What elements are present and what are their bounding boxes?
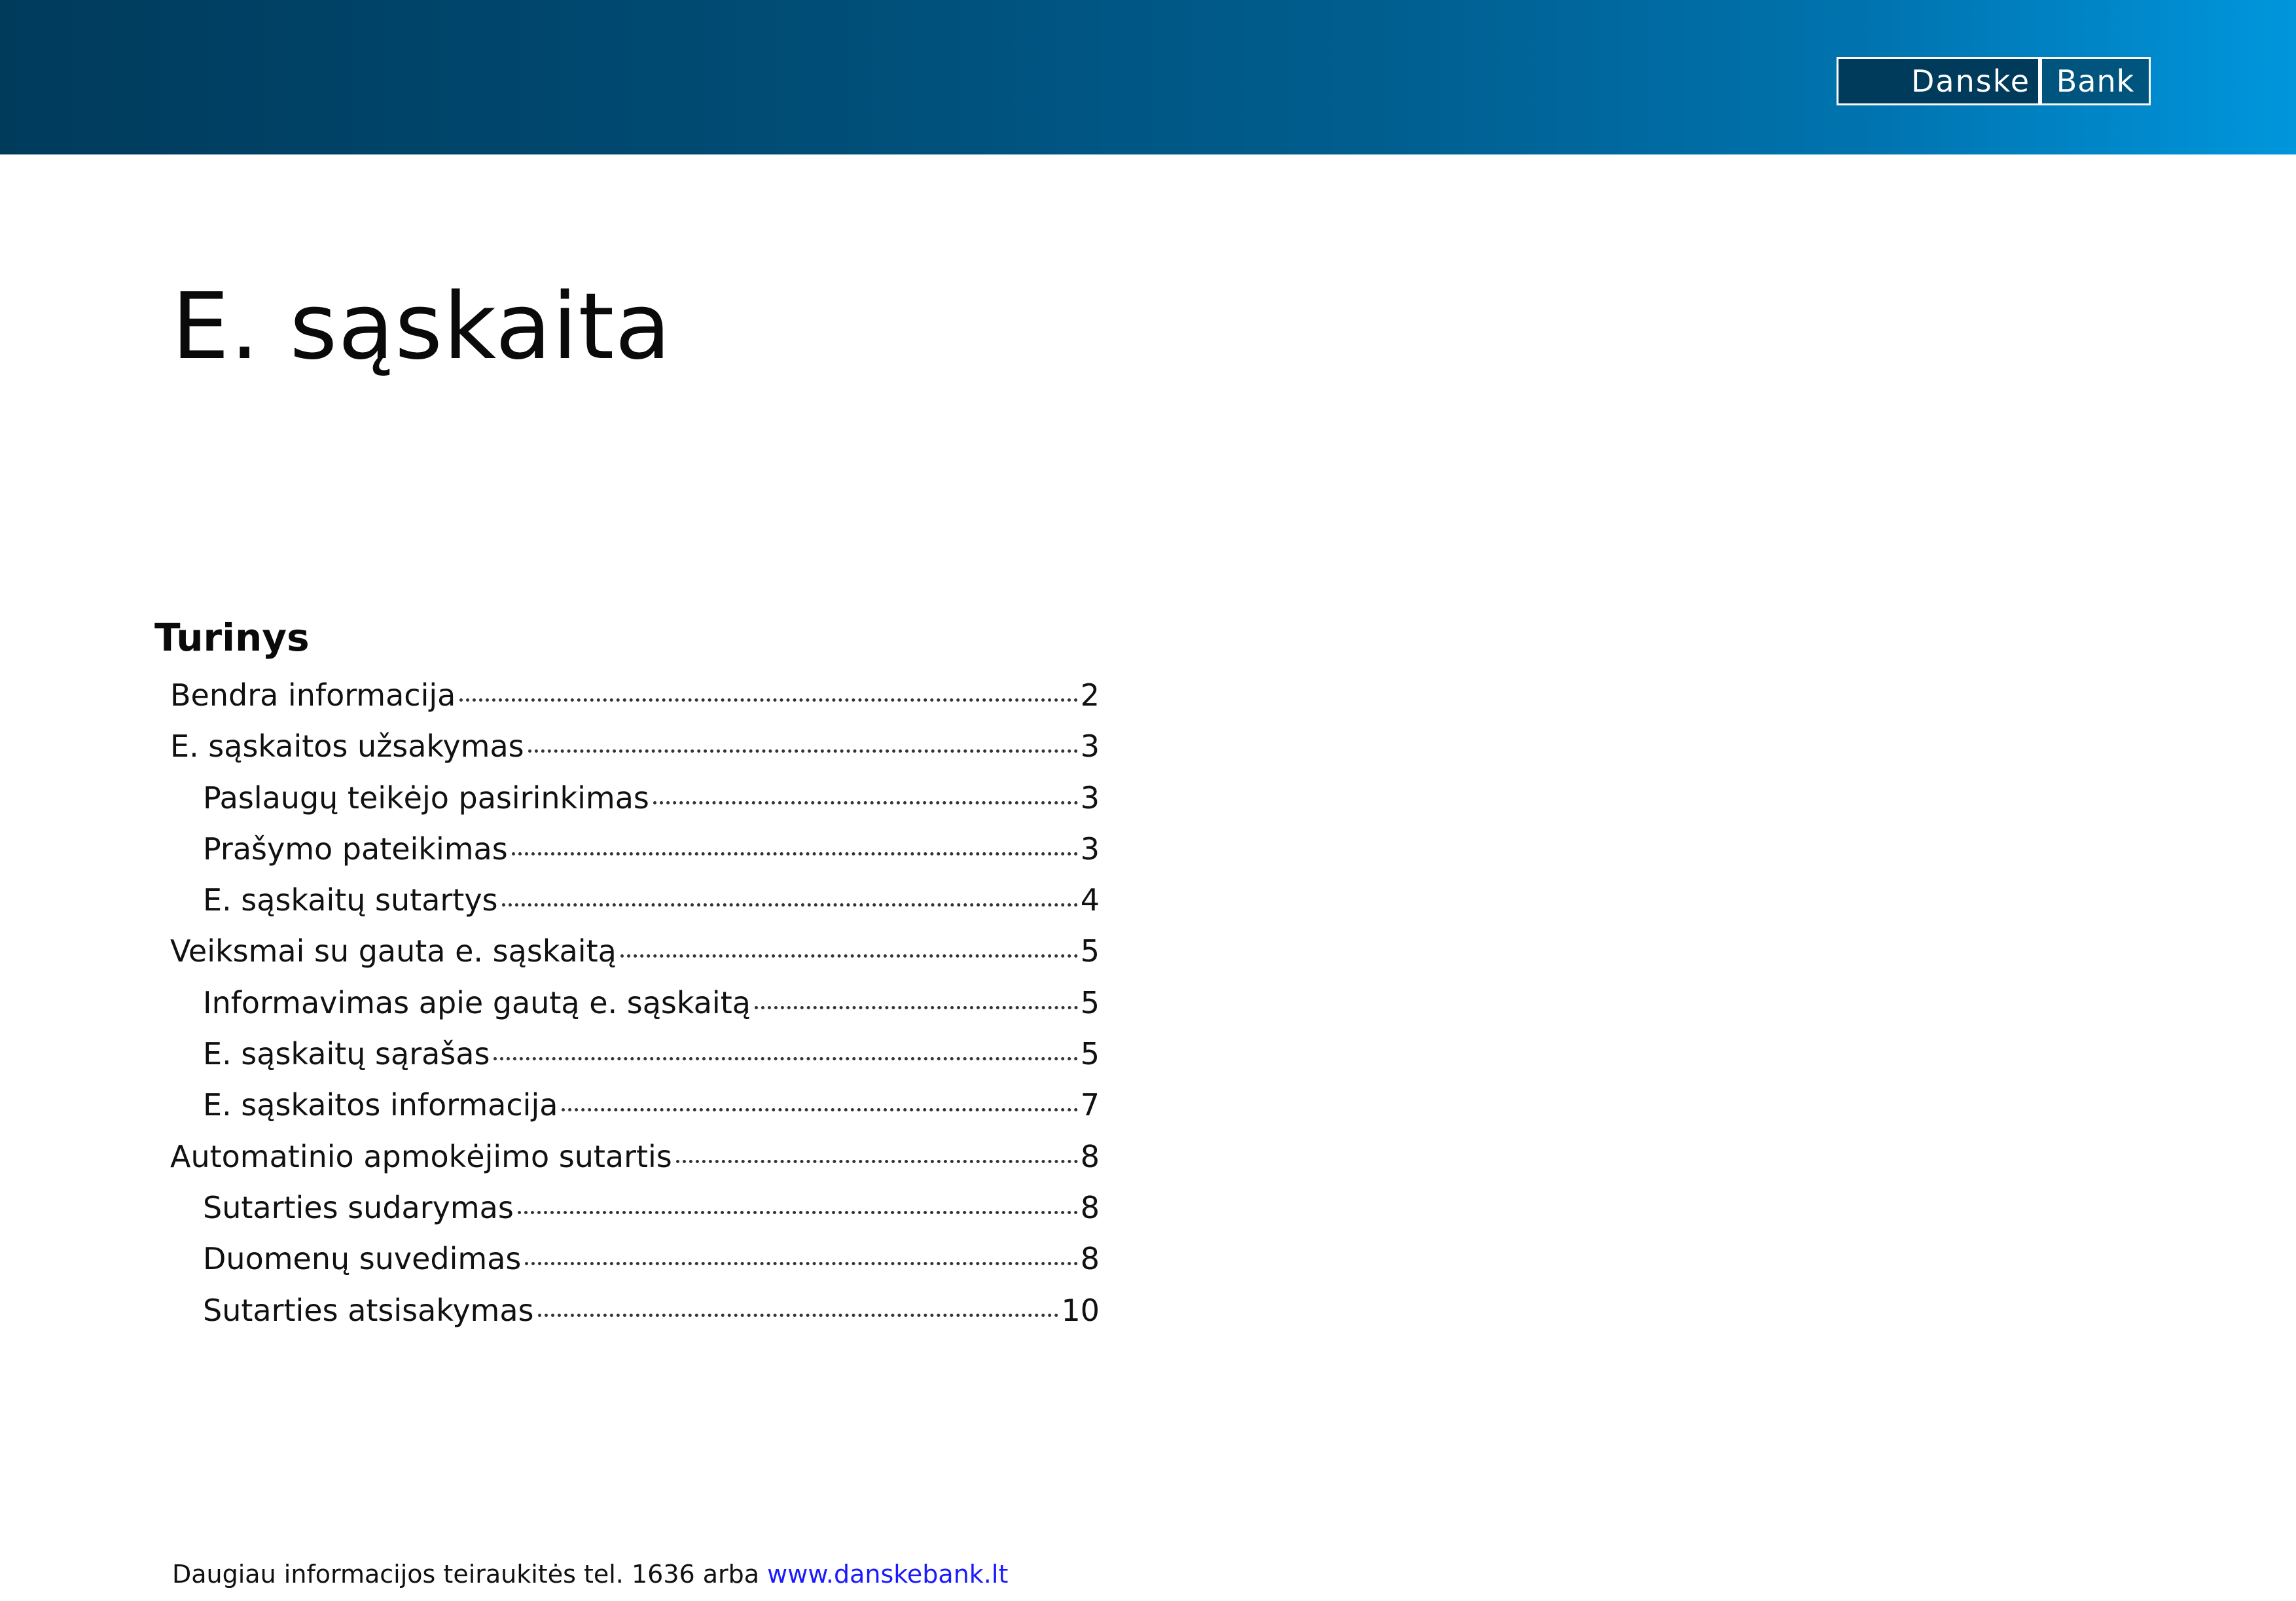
toc-leader-dots: [525, 1262, 1078, 1266]
toc-item-bendra-informacija[interactable]: Bendra informacija 2: [170, 677, 1100, 729]
toc-item-page: 8: [1080, 1138, 1100, 1174]
toc-item-page: 4: [1080, 882, 1100, 918]
toc-item-label: E. sąskaitos informacija: [203, 1087, 558, 1123]
toc-item-label: Duomenų suvedimas: [203, 1241, 522, 1277]
toc-item-e-saskaitu-sarasas[interactable]: E. sąskaitų sąrašas 5: [170, 1036, 1100, 1087]
toc-item-page: 3: [1080, 831, 1100, 867]
toc-leader-dots: [620, 954, 1078, 958]
header-band: Danske Bank: [0, 0, 2296, 154]
toc-item-prasymo-pateikimas[interactable]: Prašymo pateikimas 3: [170, 831, 1100, 882]
toc-item-label: E. sąskaitos užsakymas: [170, 729, 524, 765]
toc-item-page: 5: [1080, 1036, 1100, 1072]
logo-bank-text: Bank: [2042, 59, 2149, 103]
document-title: E. sąskaita: [171, 274, 672, 380]
toc-item-duomenu-suvedimas[interactable]: Duomenų suvedimas 8: [170, 1241, 1100, 1292]
toc-item-sutarties-sudarymas[interactable]: Sutarties sudarymas 8: [170, 1190, 1100, 1241]
toc-leader-dots: [501, 903, 1078, 907]
toc-leader-dots: [675, 1159, 1078, 1163]
toc-leader-dots: [459, 698, 1078, 702]
toc-leader-dots: [562, 1108, 1078, 1112]
toc-item-label: Sutarties sudarymas: [203, 1189, 514, 1225]
toc-item-label: Informavimas apie gautą e. sąskaitą: [203, 984, 751, 1020]
footer-contact: Daugiau informacijos teiraukitės tel. 16…: [172, 1560, 1008, 1589]
toc-item-sutarties-atsisakymas[interactable]: Sutarties atsisakymas 10: [170, 1293, 1100, 1344]
toc-item-page: 8: [1080, 1241, 1100, 1277]
toc-leader-dots: [517, 1210, 1078, 1214]
toc-item-page: 7: [1080, 1087, 1100, 1123]
toc-item-veiksmai-su-gauta[interactable]: Veiksmai su gauta e. sąskaitą 5: [170, 933, 1100, 984]
toc-item-label: Paslaugų teikėjo pasirinkimas: [203, 780, 649, 816]
toc-heading: Turinys: [154, 615, 310, 660]
toc-item-page: 5: [1080, 933, 1100, 969]
toc-item-e-saskaitos-uzsakymas[interactable]: E. sąskaitos užsakymas 3: [170, 729, 1100, 780]
toc-item-label: Prašymo pateikimas: [203, 831, 508, 867]
toc-item-label: E. sąskaitų sutartys: [203, 882, 498, 918]
logo-danske-text: Danske: [1839, 59, 2038, 103]
footer-text: Daugiau informacijos teiraukitės tel. 16…: [172, 1560, 768, 1589]
toc-item-page: 3: [1080, 780, 1100, 816]
toc-item-automatinio-apmokejimo-sutartis[interactable]: Automatinio apmokėjimo sutartis 8: [170, 1139, 1100, 1190]
toc-leader-dots: [653, 800, 1078, 804]
toc-item-label: E. sąskaitų sąrašas: [203, 1036, 490, 1072]
toc-leader-dots: [754, 1005, 1078, 1009]
toc-item-label: Bendra informacija: [170, 677, 456, 713]
toc-item-label: Automatinio apmokėjimo sutartis: [170, 1138, 672, 1174]
toc-item-page: 5: [1080, 984, 1100, 1020]
toc-item-page: 10: [1061, 1292, 1100, 1328]
toc-item-page: 8: [1080, 1189, 1100, 1225]
toc-leader-dots: [537, 1313, 1059, 1317]
footer-website-link[interactable]: www.danskebank.lt: [767, 1560, 1008, 1589]
danske-bank-logo: Danske Bank: [1837, 57, 2151, 105]
table-of-contents: Bendra informacija 2 E. sąskaitos užsaky…: [170, 677, 1100, 1344]
toc-item-informavimas-apie-gauta[interactable]: Informavimas apie gautą e. sąskaitą 5: [170, 985, 1100, 1036]
toc-item-paslaugu-teikejo-pasirinkimas[interactable]: Paslaugų teikėjo pasirinkimas 3: [170, 780, 1100, 831]
toc-item-label: Sutarties atsisakymas: [203, 1292, 534, 1328]
toc-item-e-saskaitos-informacija[interactable]: E. sąskaitos informacija 7: [170, 1087, 1100, 1138]
toc-item-e-saskaitu-sutartys[interactable]: E. sąskaitų sutartys 4: [170, 882, 1100, 933]
toc-leader-dots: [511, 852, 1078, 855]
toc-item-label: Veiksmai su gauta e. sąskaitą: [170, 933, 617, 969]
toc-leader-dots: [493, 1057, 1078, 1061]
toc-item-page: 3: [1080, 729, 1100, 765]
toc-leader-dots: [528, 749, 1078, 753]
toc-item-page: 2: [1080, 677, 1100, 713]
